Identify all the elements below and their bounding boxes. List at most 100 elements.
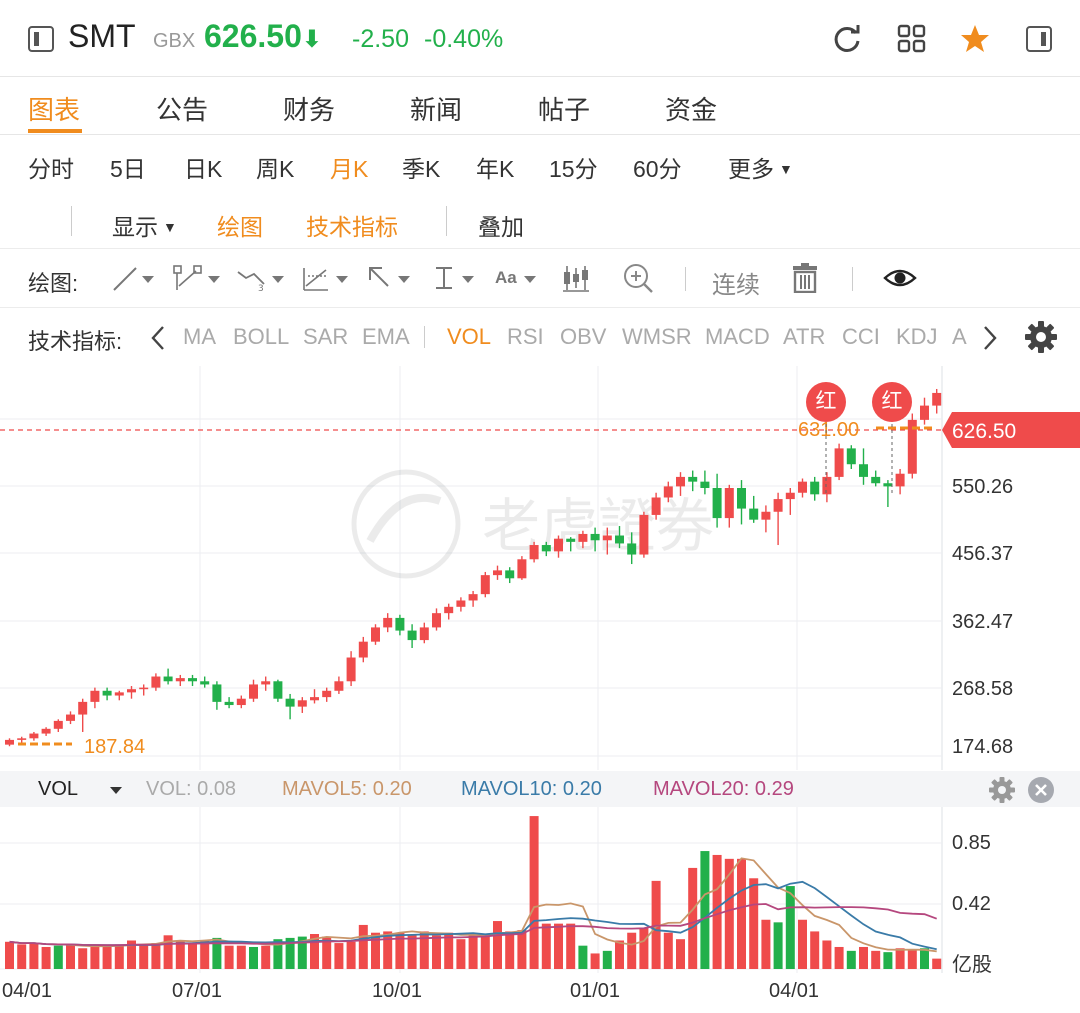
volume-bar (566, 923, 576, 969)
main-tabs: 图表 公告 财务 新闻 帖子 资金 (0, 76, 1080, 135)
candle-body (700, 481, 710, 488)
period-intraday[interactable]: 分时 (28, 150, 74, 184)
arrow-tool-icon[interactable] (366, 264, 416, 292)
candle-tool-icon[interactable] (562, 264, 590, 292)
candle-body (261, 681, 271, 685)
period-more[interactable]: 更多 ▼ (728, 150, 793, 184)
close-indicator-icon[interactable] (1027, 776, 1055, 804)
candle-body (639, 514, 649, 555)
sidebar-toggle-icon[interactable] (28, 26, 54, 52)
volume-bar (627, 932, 637, 969)
indicator-boll[interactable]: BOLL (233, 324, 289, 350)
period-weekly[interactable]: 周K (256, 150, 294, 184)
signal-tag-red[interactable]: 红 (806, 382, 846, 422)
tab-capital[interactable]: 资金 (665, 90, 717, 127)
volume-bar (602, 950, 612, 969)
candle-body (78, 701, 88, 715)
price-axis-label: 174.68 (952, 736, 1014, 758)
channel-tool-icon[interactable] (172, 264, 224, 292)
trend-line-tool-icon[interactable] (112, 264, 160, 292)
volume-settings-gear-icon[interactable] (988, 776, 1016, 804)
candle-body (798, 481, 807, 493)
text-tool[interactable]: Aa (495, 268, 517, 288)
indicators-button[interactable]: 技术指标 (306, 208, 398, 242)
indicator-atr[interactable]: ATR (783, 324, 825, 350)
indicator-cci[interactable]: CCI (842, 324, 880, 350)
volume-bar (41, 946, 51, 969)
volume-indicator-dropdown[interactable]: VOL (38, 778, 78, 801)
volume-bar (712, 854, 722, 969)
indicator-ema[interactable]: EMA (362, 324, 410, 350)
candle-body (419, 627, 429, 641)
volume-bar (358, 924, 368, 969)
volume-chart[interactable] (0, 807, 1080, 973)
indicator-wmsr[interactable]: WMSR (622, 324, 692, 350)
zoom-in-icon[interactable] (622, 262, 654, 294)
candle-body (346, 657, 356, 682)
fibonacci-tool-icon[interactable] (300, 264, 352, 292)
candle-body (90, 690, 100, 702)
scroll-right-icon[interactable] (980, 324, 1000, 352)
price-range-tool-icon[interactable] (432, 264, 482, 292)
panel-toggle-icon[interactable] (1026, 26, 1052, 52)
active-tab-indicator (28, 129, 82, 133)
volume-bar (456, 939, 466, 969)
wave-tool-icon[interactable]: 3 (236, 264, 288, 292)
tab-financials[interactable]: 财务 (283, 90, 335, 127)
refresh-icon[interactable] (832, 24, 862, 54)
display-dropdown[interactable]: 显示 ▼ (112, 208, 177, 242)
candle-body (822, 476, 832, 495)
scroll-left-icon[interactable] (148, 324, 168, 352)
period-15min[interactable]: 15分 (549, 150, 598, 184)
tab-posts[interactable]: 帖子 (538, 90, 590, 127)
indicator-sar[interactable]: SAR (303, 324, 348, 350)
indicator-ma[interactable]: MA (183, 324, 216, 350)
period-60min[interactable]: 60分 (633, 150, 682, 184)
x-axis-label: 07/01 (172, 980, 223, 1002)
trash-icon[interactable] (791, 263, 819, 293)
candle-body (578, 533, 588, 542)
period-quarterly[interactable]: 季K (402, 150, 440, 184)
eye-icon[interactable] (883, 264, 917, 292)
volume-bar (541, 923, 551, 969)
tab-announcements[interactable]: 公告 (156, 90, 208, 127)
indicator-obv[interactable]: OBV (560, 324, 606, 350)
volume-bar (907, 949, 917, 969)
indicator-vol[interactable]: VOL (447, 324, 491, 350)
signal-tag-red[interactable]: 红 (872, 382, 912, 422)
dropdown-caret-icon[interactable] (108, 782, 124, 798)
volume-axis-label: 0.42 (952, 893, 991, 915)
tab-chart[interactable]: 图表 (28, 90, 80, 127)
indicator-macd[interactable]: MACD (705, 324, 770, 350)
low-price-label: 187.84 (84, 736, 145, 758)
mavol20-value: MAVOL20: 0.29 (653, 778, 794, 800)
price-change-pct: -0.40% (424, 25, 504, 53)
candle-body (688, 476, 698, 482)
drawing-button[interactable]: 绘图 (217, 208, 263, 242)
indicator-kdj[interactable]: KDJ (896, 324, 938, 350)
period-monthly[interactable]: 月K (330, 150, 368, 184)
continuous-toggle[interactable]: 连续 (712, 265, 760, 300)
extreme-markers: 187.84 631.00 (18, 418, 932, 758)
grid-icon[interactable] (897, 24, 927, 54)
favorite-star-icon[interactable] (960, 24, 990, 54)
indicator-settings-gear-icon[interactable] (1024, 320, 1058, 354)
tab-news[interactable]: 新闻 (410, 90, 462, 127)
vol-value: VOL: 0.08 (146, 778, 237, 800)
indicator-more[interactable]: A (952, 324, 967, 350)
volume-bar (163, 935, 173, 969)
divider (446, 206, 447, 236)
overlay-button[interactable]: 叠加 (478, 208, 524, 242)
period-5day[interactable]: 5日 (110, 150, 146, 184)
price-chart[interactable]: 老虎證券 187.84 631.00 626.50 (0, 366, 1080, 770)
candle-body (749, 508, 759, 520)
indicator-rsi[interactable]: RSI (507, 324, 544, 350)
candle-body (41, 728, 51, 734)
candle-body (785, 492, 795, 500)
period-daily[interactable]: 日K (184, 150, 222, 184)
text-tool-caret-icon[interactable] (522, 264, 542, 292)
x-axis-label: 01/01 (570, 980, 621, 1002)
period-yearly[interactable]: 年K (476, 150, 514, 184)
candle-body (932, 392, 942, 406)
down-arrow-icon: ⬇ (301, 26, 322, 53)
